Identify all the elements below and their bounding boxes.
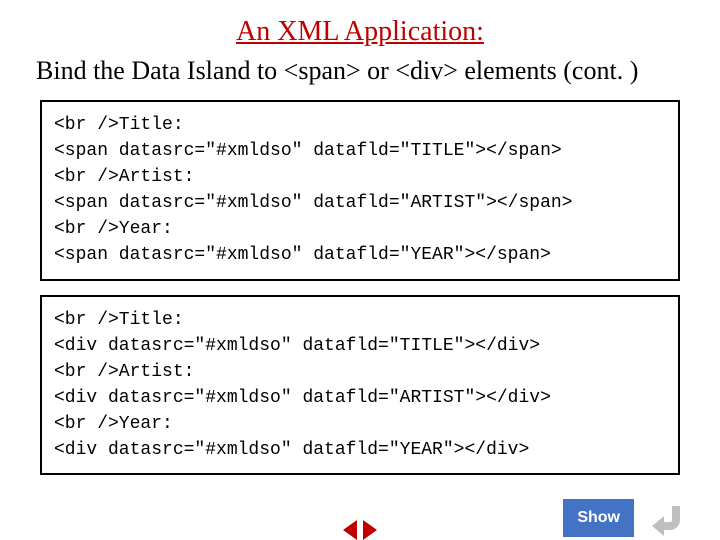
prev-arrow-icon[interactable]	[343, 520, 357, 540]
next-arrow-icon[interactable]	[363, 520, 377, 540]
code-block-span: <br />Title: <span datasrc="#xmldso" dat…	[40, 100, 680, 281]
slide: An XML Application: Bind the Data Island…	[0, 16, 720, 540]
slide-subtitle: Bind the Data Island to <span> or <div> …	[0, 56, 720, 86]
slide-title: An XML Application:	[0, 16, 720, 48]
code-block-div: <br />Title: <div datasrc="#xmldso" data…	[40, 295, 680, 476]
return-icon[interactable]	[644, 494, 692, 540]
bottom-strip: Show	[563, 494, 692, 540]
show-button[interactable]: Show	[563, 499, 634, 537]
nav-arrows	[343, 520, 377, 540]
